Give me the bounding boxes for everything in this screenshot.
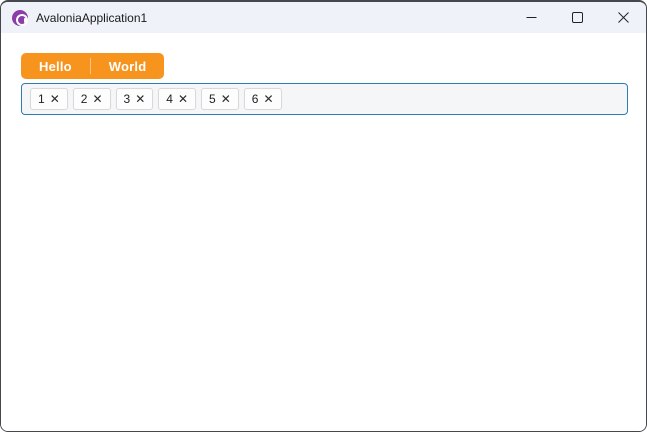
chip-remove-icon[interactable]: ✕ [178,93,188,105]
window-controls [508,2,646,33]
chip-4[interactable]: 4 ✕ [158,88,196,110]
chip-2[interactable]: 2 ✕ [72,88,111,110]
close-icon [617,12,629,23]
chip-remove-icon[interactable]: ✕ [135,93,145,105]
chip-label: 5 [209,92,216,106]
minimize-icon [526,17,536,18]
minimize-button[interactable] [508,2,554,33]
chip-label: 1 [38,92,45,106]
tabstrip: Hello World [21,53,165,79]
maximize-icon [571,12,583,23]
chip-1[interactable]: 1 ✕ [30,88,68,110]
tab-hello[interactable]: Hello [21,53,90,79]
app-window: AvaloniaApplication1 Hello World 1 ✕ 2 ✕… [0,0,647,432]
avalonia-logo-icon [12,9,28,26]
chip-remove-icon[interactable]: ✕ [221,93,231,105]
chip-remove-icon[interactable]: ✕ [92,93,102,105]
chip-6[interactable]: 6 ✕ [243,88,282,110]
chip-5[interactable]: 5 ✕ [201,88,239,110]
chip-label: 2 [80,92,88,106]
window-title: AvaloniaApplication1 [36,10,148,25]
titlebar: AvaloniaApplication1 [1,2,646,33]
chips-input-box[interactable]: 1 ✕ 2 ✕ 3 ✕ 4 ✕ 5 ✕ 6 ✕ [21,83,628,115]
chip-label: 3 [123,92,131,106]
chip-remove-icon[interactable]: ✕ [50,93,60,105]
chip-3[interactable]: 3 ✕ [115,88,154,110]
window-content: Hello World 1 ✕ 2 ✕ 3 ✕ 4 ✕ 5 ✕ 6 ✕ [1,33,646,431]
chip-label: 6 [251,92,259,106]
tab-world[interactable]: World [91,53,165,79]
close-button[interactable] [600,2,646,33]
chip-remove-icon[interactable]: ✕ [263,93,273,105]
maximize-button[interactable] [554,2,600,33]
chip-label: 4 [166,92,173,106]
